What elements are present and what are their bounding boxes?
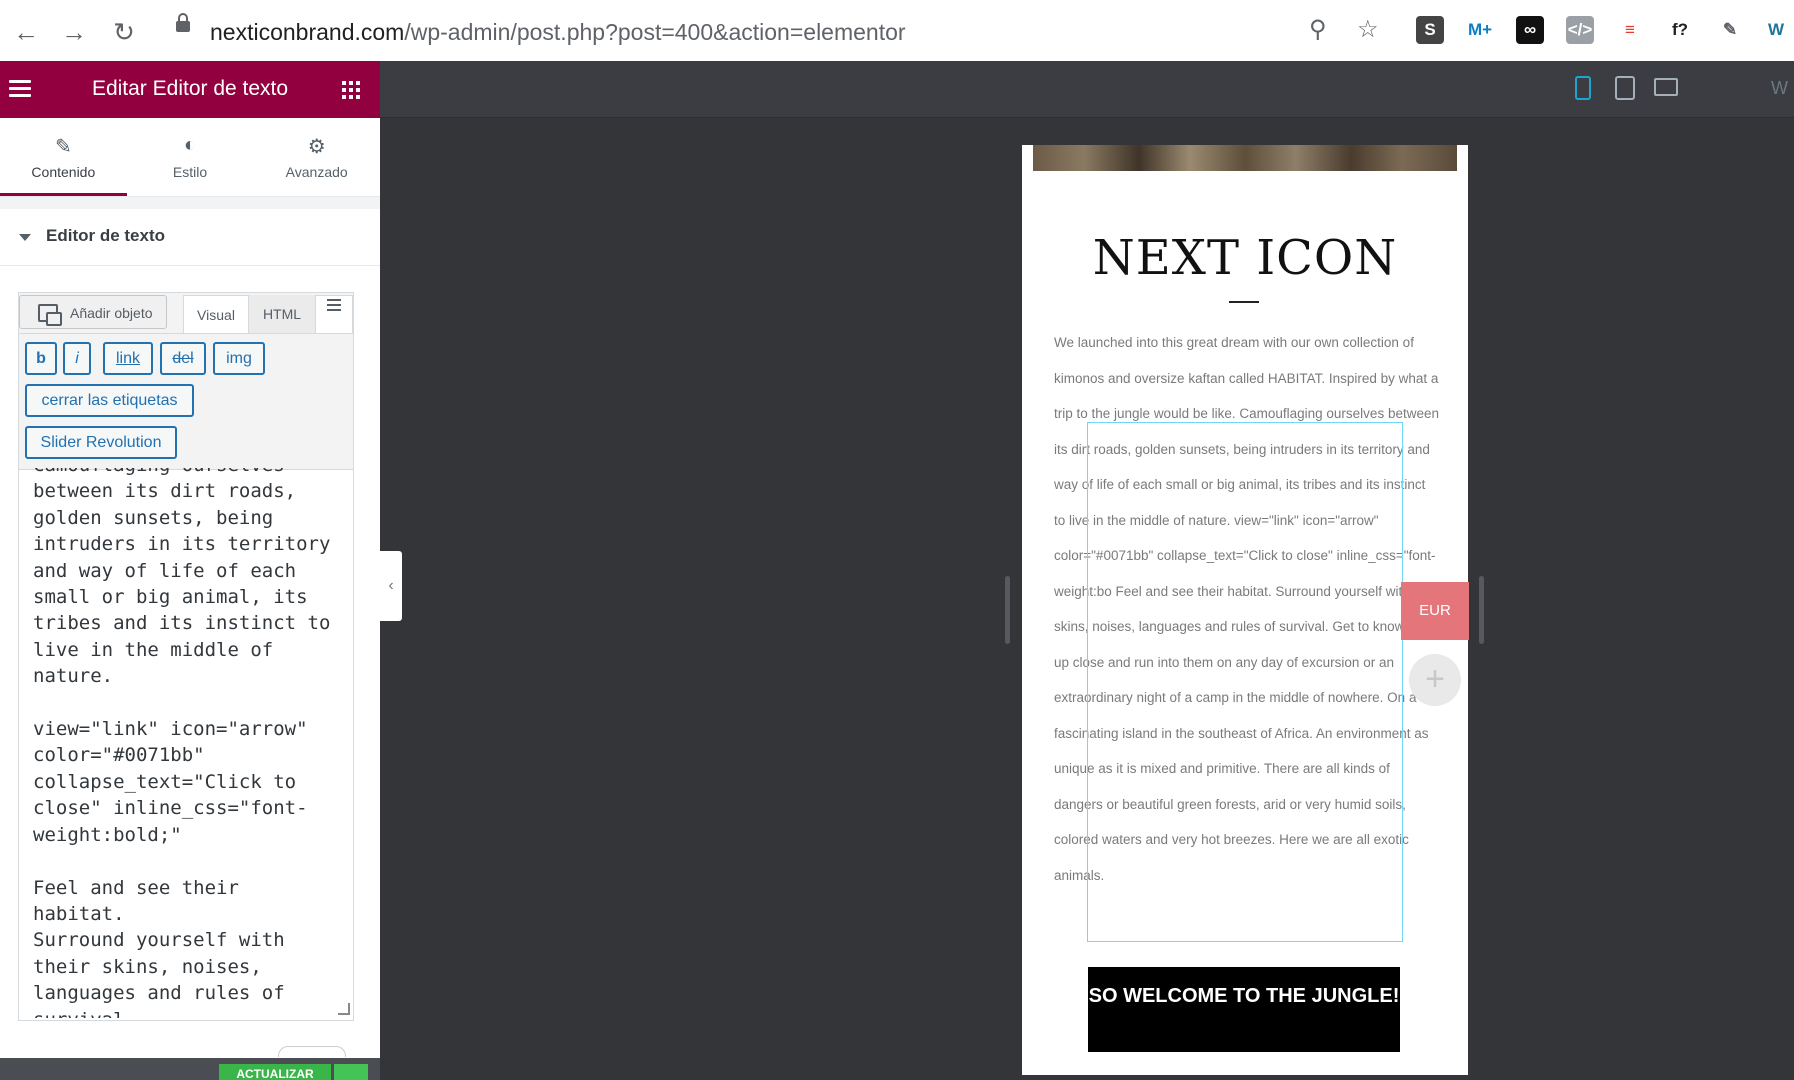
tab-label: Contenido bbox=[31, 164, 96, 180]
forward-icon[interactable]: → bbox=[56, 14, 92, 50]
tab-html[interactable]: HTML bbox=[249, 295, 315, 333]
widget-selection-outline bbox=[1087, 422, 1403, 942]
footer-toggle[interactable] bbox=[278, 1046, 346, 1057]
section-title: Editor de texto bbox=[46, 226, 166, 245]
brand-heading: NEXT ICON bbox=[1092, 230, 1398, 286]
bookmark-star-icon[interactable]: ☆ bbox=[1357, 15, 1379, 44]
panel-header: Editar Editor de texto bbox=[0, 61, 380, 118]
address-bar[interactable]: nexticonbrand.com/wp-admin/post.php?post… bbox=[160, 10, 1380, 52]
tab-label: Avanzado bbox=[285, 164, 348, 180]
editor-content: Camouflaging ourselves between its dirt … bbox=[33, 468, 331, 1018]
bold-button[interactable]: b bbox=[25, 342, 57, 375]
pencil-icon: ✎ bbox=[54, 136, 72, 158]
eyedropper-icon[interactable]: ✎ bbox=[1716, 16, 1744, 44]
link-button[interactable]: link bbox=[103, 342, 153, 375]
font-icon[interactable]: f? bbox=[1666, 16, 1694, 44]
browser-toolbar: ← → ↻ nexticonbrand.com/wp-admin/post.ph… bbox=[0, 0, 1794, 62]
tab-contenido[interactable]: ✎ Contenido bbox=[0, 118, 127, 196]
tab-label: Estilo bbox=[172, 164, 208, 180]
currency-button[interactable]: EUR bbox=[1401, 582, 1469, 640]
contrast-icon: ◐ bbox=[183, 134, 197, 156]
code-icon[interactable]: </> bbox=[1566, 16, 1594, 44]
desktop-device-icon[interactable] bbox=[1654, 78, 1678, 96]
del-button[interactable]: del bbox=[160, 342, 206, 375]
wp-letter: W bbox=[1771, 78, 1788, 98]
caret-down-icon bbox=[19, 234, 31, 241]
address-url[interactable]: nexticonbrand.com/wp-admin/post.php?post… bbox=[210, 19, 906, 46]
responsive-bar: W bbox=[380, 61, 1794, 118]
resize-handle-left[interactable] bbox=[1005, 576, 1010, 644]
zoom-icon[interactable]: ⚲ bbox=[1309, 15, 1327, 44]
update-button[interactable]: ACTUALIZAR bbox=[219, 1064, 331, 1080]
panel-footer: ACTUALIZAR bbox=[0, 1058, 380, 1080]
add-section-icon[interactable]: + bbox=[1409, 654, 1461, 706]
img-button[interactable]: img bbox=[213, 342, 265, 375]
text-editor: Añadir objeto Visual HTML b i link del i… bbox=[18, 292, 354, 1021]
resize-handle-icon[interactable] bbox=[338, 1003, 350, 1015]
cta-button[interactable]: SO WELCOME TO THE JUNGLE! bbox=[1088, 967, 1400, 1052]
red-circle-icon[interactable]: ≡ bbox=[1616, 16, 1644, 44]
s-extension-icon[interactable]: S bbox=[1416, 16, 1444, 44]
mobile-device-icon[interactable] bbox=[1575, 76, 1591, 100]
italic-button[interactable]: i bbox=[63, 342, 91, 375]
slider-revolution-button[interactable]: Slider Revolution bbox=[25, 426, 177, 459]
reload-icon[interactable]: ↻ bbox=[106, 14, 142, 50]
back-icon[interactable]: ← bbox=[8, 14, 44, 50]
lock-icon bbox=[176, 13, 190, 32]
panel-title: Editar Editor de texto bbox=[91, 77, 289, 100]
section-toggle[interactable]: Editor de texto bbox=[0, 209, 380, 266]
panel-separator bbox=[0, 197, 380, 209]
wordpress-icon[interactable]: W bbox=[1762, 16, 1790, 44]
resize-handle-right[interactable] bbox=[1479, 576, 1484, 644]
stack-icon[interactable] bbox=[315, 295, 353, 333]
elementor-panel: Editar Editor de texto ✎ Contenido ◐ Est… bbox=[0, 61, 380, 1080]
media-icon bbox=[38, 304, 62, 326]
add-media-button[interactable]: Añadir objeto bbox=[19, 295, 167, 329]
tablet-device-icon[interactable] bbox=[1615, 76, 1635, 100]
movistar-icon[interactable]: M+ bbox=[1466, 16, 1494, 44]
quicktags-toolbar: b i link del img cerrar las etiquetas Sl… bbox=[19, 333, 353, 470]
heading-divider bbox=[1229, 301, 1259, 303]
close-tags-button[interactable]: cerrar las etiquetas bbox=[25, 384, 194, 417]
widgets-grid-icon[interactable] bbox=[342, 81, 360, 99]
update-options-button[interactable] bbox=[334, 1064, 368, 1080]
collapse-panel-icon[interactable]: ‹ bbox=[380, 551, 402, 621]
editor-textarea[interactable]: Camouflaging ourselves between its dirt … bbox=[19, 468, 353, 1018]
tab-visual[interactable]: Visual bbox=[183, 295, 249, 333]
tab-avanzado[interactable]: ⚙ Avanzado bbox=[253, 118, 380, 196]
panel-tabs: ✎ Contenido ◐ Estilo ⚙ Avanzado bbox=[0, 118, 380, 197]
infinity-icon[interactable]: ∞ bbox=[1516, 16, 1544, 44]
gear-icon: ⚙ bbox=[307, 136, 326, 158]
tab-estilo[interactable]: ◐ Estilo bbox=[127, 118, 254, 196]
hero-image bbox=[1033, 145, 1457, 171]
